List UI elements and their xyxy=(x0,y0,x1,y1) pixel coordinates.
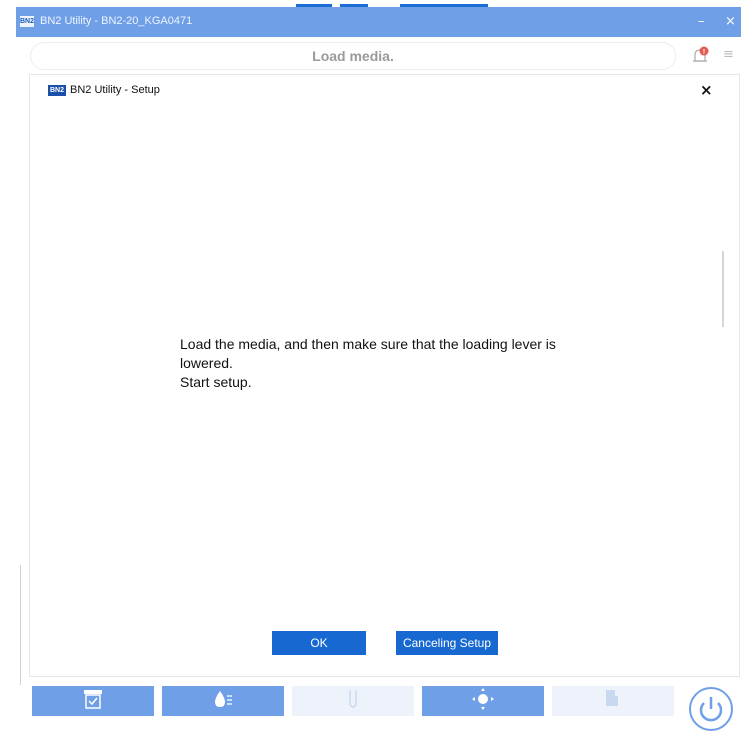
dialog-logo-icon: BN2 xyxy=(48,85,66,96)
message-line: Load the media, and then make sure that … xyxy=(180,336,556,352)
power-icon[interactable] xyxy=(689,687,733,731)
dialog-close-button[interactable]: × xyxy=(700,81,713,99)
window-titlebar: BN2 BN2 Utility - BN2-20_KGA0471 – × xyxy=(16,7,741,37)
status-text: Load media. xyxy=(312,48,394,64)
bottom-toolbar xyxy=(0,682,741,731)
window-close-button[interactable]: × xyxy=(725,14,736,29)
top-strip xyxy=(0,0,741,7)
app-header: Load media. ! ≡ xyxy=(16,37,741,75)
svg-text:!: ! xyxy=(703,49,706,56)
hamburger-icon[interactable]: ≡ xyxy=(723,47,734,62)
scrollbar[interactable] xyxy=(722,251,724,327)
ok-button[interactable]: OK xyxy=(272,631,366,655)
minimize-button[interactable]: – xyxy=(698,14,705,29)
message-line: Start setup. xyxy=(180,374,252,390)
status-bar: Load media. xyxy=(30,42,676,70)
setup-message: Load the media, and then make sure that … xyxy=(180,335,650,392)
window-title: BN2 Utility - BN2-20_KGA0471 xyxy=(40,15,193,27)
message-line: lowered. xyxy=(180,355,233,371)
setup-dialog: BN2 BN2 Utility - Setup × Load the media… xyxy=(29,74,740,677)
bell-icon[interactable]: ! xyxy=(690,45,712,67)
canceling-setup-button[interactable]: Canceling Setup xyxy=(396,631,498,655)
app-logo-icon: BN2 xyxy=(20,16,35,27)
window-edge xyxy=(20,565,21,685)
dialog-title: BN2 Utility - Setup xyxy=(70,84,160,96)
